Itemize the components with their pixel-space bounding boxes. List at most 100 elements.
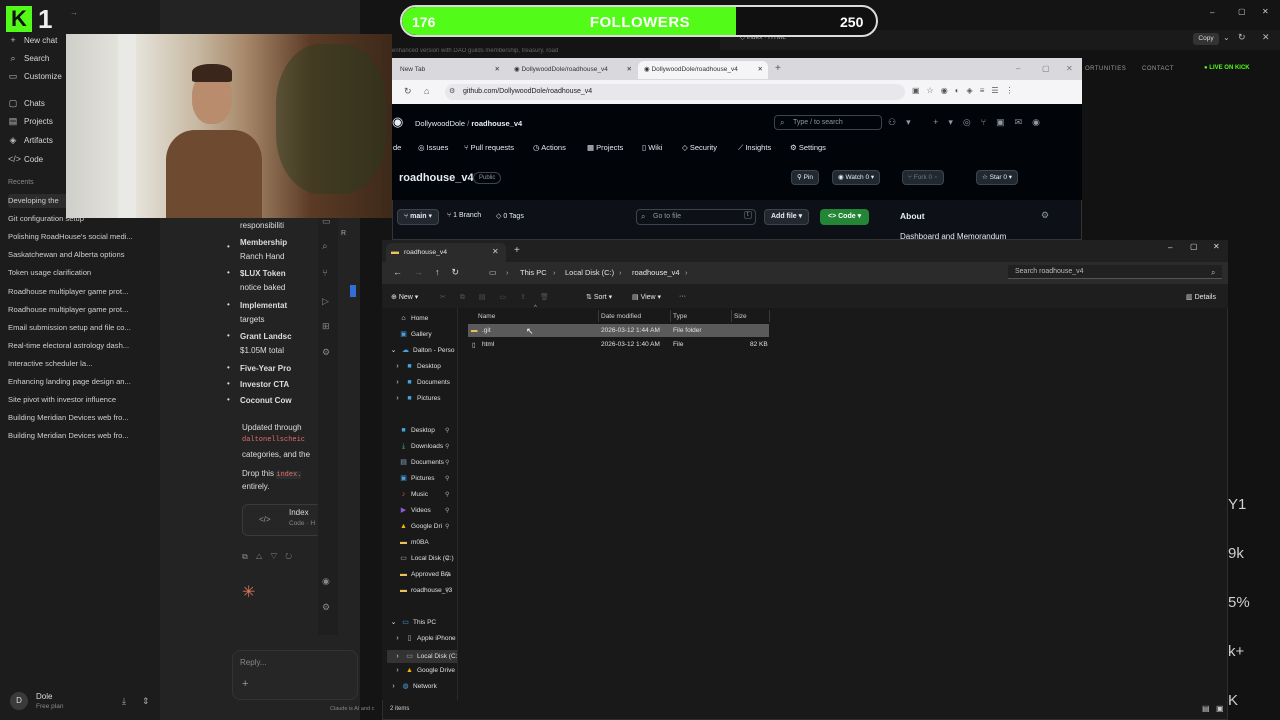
nav-item-iphone[interactable]: › ▯ Apple iPhone bbox=[393, 635, 455, 642]
star-button[interactable]: ☆ Star 0 ▾ bbox=[976, 170, 1019, 185]
column-header-type[interactable]: Type bbox=[673, 313, 687, 320]
browser-extension-icons[interactable]: ▣☆◉◐◈≡☰⋮ bbox=[912, 86, 1021, 95]
recent-chat-item[interactable]: Building Meridian Devices web fro... bbox=[8, 429, 156, 443]
view-button[interactable]: ▤ View ▾ bbox=[632, 293, 661, 301]
recent-chat-item[interactable]: Roadhouse multiplayer game prot... bbox=[8, 303, 156, 317]
window-maximize-icon[interactable]: ▢ bbox=[1238, 7, 1246, 16]
code-nav-item[interactable]: </> Code bbox=[8, 152, 43, 166]
close-icon[interactable]: ✕ bbox=[495, 61, 500, 79]
close-icon[interactable]: ✕ bbox=[492, 247, 499, 256]
recent-chat-item[interactable]: Polishing RoadHouse's social medi... bbox=[8, 230, 156, 244]
back-icon[interactable]: ← bbox=[393, 267, 414, 277]
quick-access-item[interactable]: ▣ Pictures bbox=[399, 475, 434, 482]
plus-icon[interactable]: + bbox=[242, 678, 248, 690]
explorer-search-input[interactable]: Search roadhouse_v4 bbox=[1008, 265, 1222, 279]
tab-insights[interactable]: ⟋ Insights bbox=[738, 143, 771, 153]
delete-icon[interactable]: 🗑 bbox=[540, 294, 563, 301]
nav-item-google-drive[interactable]: › ▲ Google Drive bbox=[393, 667, 455, 674]
refresh-icon[interactable]: ↻ bbox=[1238, 32, 1246, 43]
window-close-icon[interactable]: ✕ bbox=[1066, 64, 1073, 73]
nav-item-this-pc[interactable]: ⌄ ▭ This PC bbox=[389, 619, 437, 626]
tab-issues[interactable]: ◎ Issues bbox=[418, 143, 448, 152]
explorer-tab[interactable]: roadhouse_v4 bbox=[386, 243, 506, 262]
new-chat-button[interactable]: + New chat bbox=[8, 33, 57, 47]
window-minimize-icon[interactable]: – bbox=[1210, 8, 1214, 17]
quick-access-item[interactable]: ▤ Documents bbox=[399, 459, 444, 466]
watch-button[interactable]: ◉ Watch 0 ▾ bbox=[832, 170, 881, 185]
column-header-size[interactable]: Size bbox=[734, 313, 747, 320]
breadcrumb-folder[interactable]: roadhouse_v4 bbox=[632, 268, 680, 277]
quick-access-item[interactable]: ⤓ Downloads bbox=[399, 443, 443, 450]
tab-wiki[interactable]: ▯ Wiki bbox=[642, 143, 662, 152]
clipboard-actions[interactable]: ✂⧉▤▭⇪🗑 bbox=[440, 293, 563, 302]
chrome-tab-new[interactable]: New Tab ✕ bbox=[394, 61, 506, 79]
tab-actions[interactable]: ◷ Actions bbox=[533, 143, 566, 152]
recent-chat-item[interactable]: Enhancing landing page design an... bbox=[8, 375, 156, 389]
message-actions[interactable]: ⧉△▽↻ bbox=[242, 552, 300, 562]
retry-icon[interactable]: ↻ bbox=[285, 552, 300, 561]
quick-access-item[interactable]: ■ Desktop bbox=[399, 427, 434, 434]
close-icon[interactable]: ✕ bbox=[1262, 32, 1270, 43]
branch-selector[interactable]: ⑂ main ▾ bbox=[397, 209, 439, 225]
tags-link[interactable]: ◇ 0 Tags bbox=[496, 212, 524, 220]
tab-settings[interactable]: ⚙ Settings bbox=[790, 143, 826, 152]
user-name[interactable]: Dole bbox=[36, 692, 52, 701]
file-name[interactable]: .git bbox=[482, 327, 491, 334]
column-header-date[interactable]: Date modified bbox=[601, 313, 641, 320]
explorer-nav-buttons[interactable]: ←→↑↻ bbox=[393, 267, 471, 278]
account-icon[interactable]: ◉ bbox=[322, 576, 330, 587]
nav-item-network[interactable]: › ◍ Network bbox=[389, 683, 437, 690]
code-button[interactable]: <> Code ▾ bbox=[820, 209, 870, 225]
github-header-actions[interactable]: ⚇▾ +▾◎⑂▣✉◉ bbox=[888, 117, 1050, 128]
chevron-right-icon[interactable]: › bbox=[685, 268, 688, 277]
window-maximize-icon[interactable]: ▢ bbox=[1042, 64, 1050, 73]
avatar[interactable]: D bbox=[10, 692, 28, 710]
search-icon[interactable]: ⌕ bbox=[322, 241, 328, 252]
tab-code[interactable]: de bbox=[393, 143, 401, 152]
recent-chat-item[interactable]: Building Meridian Devices web fro... bbox=[8, 411, 156, 425]
nav-item-home[interactable]: ⌂ Home bbox=[399, 315, 428, 322]
up-icon[interactable]: ↑ bbox=[435, 267, 452, 277]
thumbs-down-icon[interactable]: ▽ bbox=[270, 552, 285, 561]
fork-button[interactable]: ⑂ Fork 0 ▾ bbox=[902, 170, 944, 185]
live-on-kick-badge[interactable]: ● LIVE ON KICK bbox=[1204, 65, 1250, 71]
recent-chat-item[interactable]: Token usage clarification bbox=[8, 266, 156, 280]
download-icon[interactable]: ⤓ bbox=[122, 696, 126, 707]
recent-chat-item[interactable]: Real-time electoral astrology dash... bbox=[8, 339, 156, 353]
repo-breadcrumb[interactable]: DollywoodDole / roadhouse_v4 bbox=[415, 119, 522, 128]
nav-item-pictures[interactable]: › ■ Pictures bbox=[393, 395, 440, 402]
recent-chat-item[interactable]: Interactive scheduler la... bbox=[8, 357, 156, 371]
new-tab-icon[interactable]: + bbox=[514, 245, 520, 256]
settings-icon[interactable]: ⚙ bbox=[322, 347, 330, 358]
breadcrumb-local-disk[interactable]: Local Disk (C:) bbox=[565, 268, 614, 277]
tiles-view-icon[interactable]: ▣ bbox=[1216, 704, 1224, 713]
window-close-icon[interactable]: ✕ bbox=[1213, 242, 1220, 251]
address-bar[interactable]: github.com/DollywoodDole/roadhouse_v4 bbox=[445, 84, 905, 100]
site-nav-opportunities[interactable]: ORTUNITIES bbox=[1085, 66, 1126, 72]
window-close-icon[interactable]: ✕ bbox=[1262, 7, 1269, 16]
new-tab-icon[interactable]: + bbox=[775, 63, 781, 74]
recent-chat-item[interactable]: Saskatchewan and Alberta options bbox=[8, 248, 156, 262]
customize-button[interactable]: ▭ Customize bbox=[8, 69, 62, 83]
github-search-input[interactable]: Type / to search bbox=[774, 115, 882, 130]
cut-icon[interactable]: ✂ bbox=[440, 294, 460, 301]
recent-chat-item[interactable]: Roadhouse multiplayer game prot... bbox=[8, 285, 156, 299]
chrome-tab-github[interactable]: ◉ DollywoodDole/roadhouse_v4 ✕ bbox=[508, 61, 636, 79]
copy-button[interactable]: Copy bbox=[1193, 33, 1219, 45]
rename-icon[interactable]: ▭ bbox=[500, 294, 521, 301]
nav-item-documents[interactable]: › ■ Documents bbox=[393, 379, 450, 386]
projects-nav-item[interactable]: ▤ Projects bbox=[8, 114, 53, 128]
window-maximize-icon[interactable]: ▢ bbox=[1190, 242, 1198, 251]
chats-nav-item[interactable]: ▢ Chats bbox=[8, 96, 45, 110]
quick-access-item[interactable]: ▬ m0BA bbox=[399, 539, 429, 546]
site-nav-contact[interactable]: CONTACT bbox=[1142, 66, 1174, 72]
site-info-icon[interactable]: ⚙ bbox=[449, 87, 455, 95]
thumbs-up-icon[interactable]: △ bbox=[256, 552, 271, 561]
chevron-down-icon[interactable]: ⌄ bbox=[1223, 33, 1230, 42]
recent-chat-item[interactable]: Site pivot with investor influence bbox=[8, 393, 156, 407]
reload-icon[interactable]: ↻ bbox=[404, 86, 412, 97]
close-icon[interactable]: ✕ bbox=[627, 61, 632, 79]
forward-icon[interactable]: → bbox=[414, 267, 435, 277]
nav-item-onedrive[interactable]: ⌄ ☁ Dalton - Perso bbox=[389, 347, 455, 354]
expand-icon[interactable]: ⇕ bbox=[142, 696, 150, 707]
